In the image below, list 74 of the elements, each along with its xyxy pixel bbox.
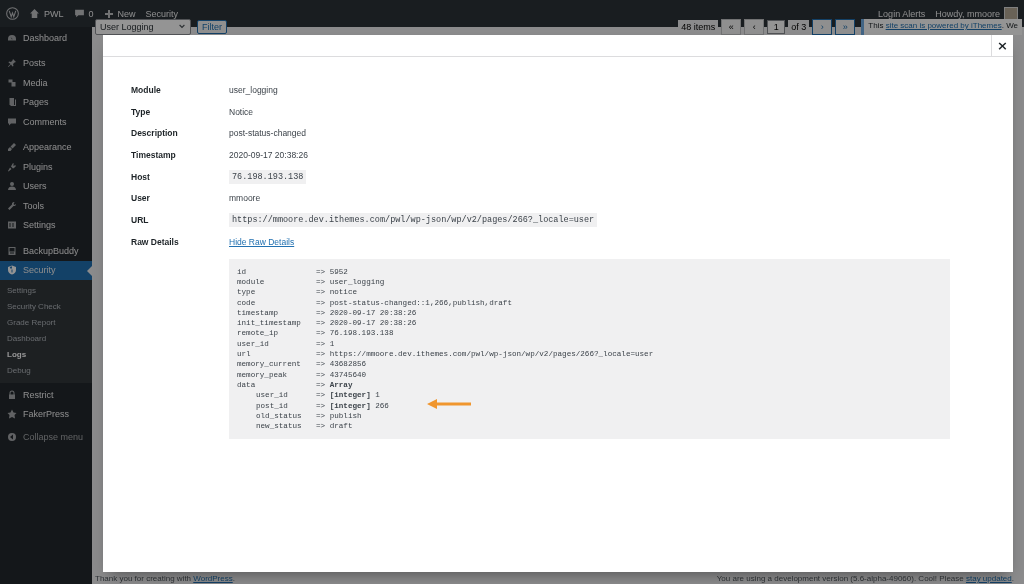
field-label: Raw Details bbox=[131, 236, 179, 247]
version-text: You are using a development version (5.6-alpha-49060). Cool! Please stay updated. bbox=[716, 574, 1014, 583]
scan-notice: This site scan is powered by iThemes. We bbox=[861, 19, 1022, 35]
admin-bar-link[interactable]: Howdy, mmoore bbox=[935, 8, 1000, 19]
submenu-item[interactable]: Debug bbox=[0, 363, 92, 379]
menu-item[interactable]: Appearance bbox=[0, 137, 92, 157]
comment-count[interactable]: 0 bbox=[88, 8, 94, 19]
plus-icon[interactable] bbox=[103, 8, 114, 19]
previous-page-button[interactable]: ‹ bbox=[744, 19, 765, 35]
menu-item[interactable]: Media bbox=[0, 73, 92, 93]
field-value: user_logging bbox=[229, 84, 278, 95]
collapse-menu-button[interactable]: Collapse menu bbox=[0, 430, 92, 444]
code-value: 76.198.193.138 bbox=[229, 169, 307, 184]
close-button[interactable]: × bbox=[991, 35, 1013, 56]
toggle-link[interactable]: Hide Raw Details bbox=[229, 236, 295, 247]
submenu-item[interactable]: Settings bbox=[0, 283, 92, 299]
admin-bar-link[interactable]: Login Alerts bbox=[878, 8, 926, 19]
star-icon bbox=[7, 409, 17, 420]
code-value: https://mmoore.dev.ithemes.com/pwl/wp-json/wp/v2/pages/266?_locale=user bbox=[229, 212, 598, 227]
new-link[interactable]: New bbox=[117, 8, 136, 19]
menu-item[interactable]: BackupBuddy bbox=[0, 241, 92, 261]
admin-bar-link[interactable]: Security bbox=[145, 8, 179, 19]
field-value: post-status-changed bbox=[229, 128, 307, 139]
next-page-button[interactable]: › bbox=[812, 19, 833, 35]
field-label: URL bbox=[131, 214, 149, 225]
menu-item[interactable]: Posts bbox=[0, 53, 92, 73]
menu-item[interactable]: FakerPress bbox=[0, 404, 92, 424]
page-icon bbox=[7, 97, 17, 108]
field-value: 2020-09-17 20:38:26 bbox=[229, 149, 308, 160]
field-label: Host bbox=[131, 171, 150, 182]
menu-item[interactable]: Users bbox=[0, 176, 92, 196]
menu-item[interactable]: Dashboard bbox=[0, 28, 92, 48]
media-icon bbox=[7, 77, 17, 88]
filter-button[interactable]: Filter bbox=[197, 20, 227, 34]
footer-text: Thank you for creating with WordPress. bbox=[95, 574, 235, 583]
wrench-icon bbox=[7, 200, 17, 211]
wordpress-logo-icon[interactable] bbox=[6, 7, 19, 20]
first-page-button[interactable]: « bbox=[721, 19, 742, 35]
field-label: Description bbox=[131, 128, 178, 139]
lock-icon bbox=[7, 389, 17, 400]
shield-icon bbox=[7, 265, 17, 276]
menu-item[interactable]: Comments bbox=[0, 112, 92, 132]
gauge-icon bbox=[7, 32, 17, 43]
home-icon[interactable] bbox=[29, 8, 40, 19]
menu-item[interactable]: Pages bbox=[0, 92, 92, 112]
field-label: Module bbox=[131, 84, 161, 95]
speech-bubble-icon bbox=[7, 116, 17, 127]
submenu-item[interactable]: Logs bbox=[0, 347, 92, 363]
page-number-field[interactable]: 1 bbox=[767, 20, 786, 34]
field-value: Notice bbox=[229, 106, 254, 117]
submenu-item[interactable]: Security Check bbox=[0, 299, 92, 315]
avatar-icon[interactable] bbox=[1004, 6, 1018, 21]
field-label: Type bbox=[131, 106, 151, 117]
menu-item[interactable]: Restrict bbox=[0, 385, 92, 405]
pin-icon bbox=[7, 58, 17, 69]
collapse-icon bbox=[7, 432, 17, 442]
chevron-down-icon bbox=[178, 23, 186, 31]
field-label: Timestamp bbox=[131, 149, 176, 160]
user-icon bbox=[7, 181, 17, 192]
menu-item[interactable]: Tools bbox=[0, 196, 92, 216]
field-label: User bbox=[131, 193, 150, 204]
menu-item[interactable]: Settings bbox=[0, 215, 92, 235]
speech-bubble-icon[interactable] bbox=[73, 8, 85, 19]
site-name-link[interactable]: PWL bbox=[44, 8, 64, 19]
filter-select[interactable]: User Logging bbox=[95, 19, 191, 35]
menu-item[interactable]: Security bbox=[0, 260, 92, 280]
menu-item[interactable]: Plugins bbox=[0, 157, 92, 177]
brush-icon bbox=[7, 142, 17, 153]
submenu-item[interactable]: Grade Report bbox=[0, 315, 92, 331]
submenu-item[interactable]: Dashboard bbox=[0, 331, 92, 347]
box-icon bbox=[7, 245, 17, 256]
field-value: mmoore bbox=[229, 193, 261, 204]
plug-icon bbox=[7, 161, 17, 172]
last-page-button[interactable]: » bbox=[835, 19, 856, 35]
